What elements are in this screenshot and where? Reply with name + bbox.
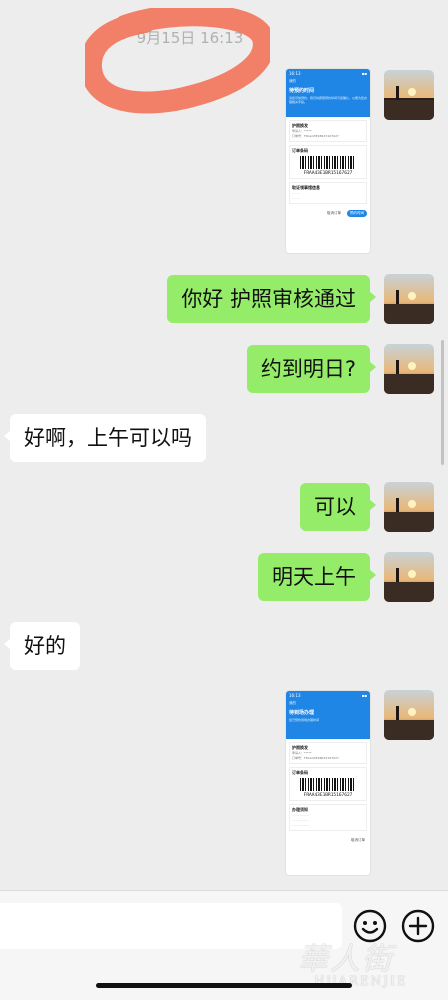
chat-area[interactable]: 9月15日 16:13 16:13 ▪▪ 我的 待预约时间 请您尽快预约，我们将按…	[0, 0, 448, 890]
status-time: 16:13	[289, 71, 301, 76]
cancel-order-button: 取消订单	[351, 838, 365, 842]
message-timestamp: 9月15日 16:13	[136, 29, 244, 47]
back-link: 我的	[289, 701, 296, 705]
passport-order-screenshot-1[interactable]: 16:13 ▪▪ 我的 待预约时间 请您尽快预约，我们将按照预约时间与您确认，以便…	[285, 68, 371, 254]
placeholder-line: ········	[292, 196, 300, 200]
my-avatar[interactable]	[384, 690, 434, 740]
order-number-line: 订单号：FRAA43E1BR15167627	[292, 756, 339, 760]
message-bubble[interactable]: 约到明日?	[246, 345, 377, 393]
my-avatar[interactable]	[384, 552, 434, 602]
signal-icon: ▪▪	[361, 693, 367, 698]
book-time-button: 预约时间	[347, 210, 367, 217]
barcode-text: FRAA43E1BR15167627	[303, 793, 353, 798]
screen-description: 请您尽快预约，我们将按照预约时间与您确认，以便为您办理相关手续。	[289, 96, 368, 104]
passport-order-screenshot-2[interactable]: 16:13 ▪▪ 我的 待到场办理 您已预约到场办理时间 护照换发 申请人：***…	[285, 690, 371, 876]
order-number-line: 订单号：FRAA43E1BR15167627	[292, 134, 339, 138]
screen-description: 您已预约到场办理时间	[289, 718, 320, 722]
barcode-image	[300, 778, 356, 791]
red-circle-annotation	[85, 8, 270, 114]
my-avatar[interactable]	[384, 344, 434, 394]
back-link: 我的	[289, 79, 296, 83]
message-bubble[interactable]: 你好 护照审核通过	[167, 275, 376, 323]
barcode-text: FRAA43E1BR15167627	[303, 171, 353, 176]
screen-title: 待到场办理	[289, 710, 315, 716]
cancel-order-button: 取消订单	[327, 211, 341, 215]
barcode-section-label: 订单条码	[292, 148, 308, 153]
message-bubble[interactable]: 可以	[300, 483, 376, 531]
watermark-cn: 華人街	[298, 942, 394, 977]
message-input[interactable]	[0, 903, 342, 949]
message-bubble[interactable]: 明天上午	[258, 553, 376, 601]
message-bubble[interactable]: 好啊，上午可以吗	[4, 414, 206, 462]
my-avatar[interactable]	[384, 274, 434, 324]
barcode-image	[300, 156, 356, 169]
barcode-section-label: 订单条码	[292, 770, 308, 775]
signal-icon: ▪▪	[361, 71, 367, 76]
my-avatar[interactable]	[384, 70, 434, 120]
scrollbar[interactable]	[441, 340, 444, 465]
screen-title: 待预约时间	[289, 88, 315, 94]
my-avatar[interactable]	[384, 482, 434, 532]
status-time: 16:13	[289, 693, 301, 698]
message-bubble[interactable]: 好的	[4, 622, 80, 670]
home-indicator[interactable]	[96, 983, 352, 988]
placeholder-line: ··················	[292, 823, 310, 827]
